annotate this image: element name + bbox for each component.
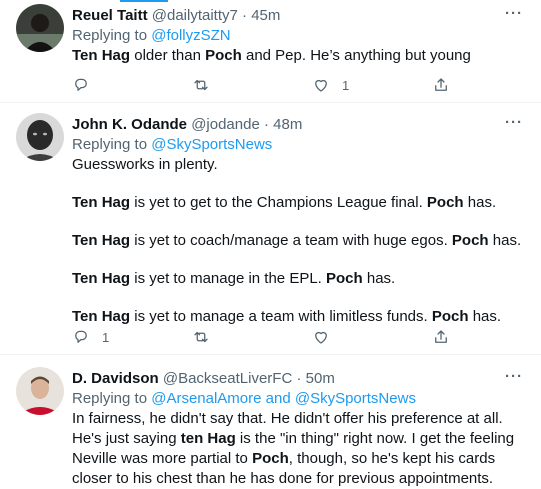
handle[interactable]: @jodande bbox=[191, 116, 260, 133]
display-name[interactable]: John K. Odande bbox=[72, 116, 187, 133]
more-icon[interactable]: ··· bbox=[505, 368, 523, 385]
retweet-icon bbox=[194, 79, 208, 91]
handle[interactable]: @dailytaitty7 bbox=[152, 7, 238, 24]
highlight-term: Ten Hag bbox=[72, 47, 131, 64]
replying-to: Replying to @ArsenalAmore and @SkySports… bbox=[72, 389, 416, 409]
reply-button[interactable]: 1 bbox=[72, 328, 109, 346]
reply-icon bbox=[75, 330, 87, 343]
avatar[interactable] bbox=[16, 4, 64, 52]
separator: · bbox=[242, 7, 248, 24]
timestamp[interactable]: 45m bbox=[251, 7, 280, 24]
like-button[interactable]: 1 bbox=[312, 76, 349, 94]
heart-icon bbox=[315, 79, 327, 92]
avatar[interactable] bbox=[16, 113, 64, 161]
share-button[interactable] bbox=[432, 328, 450, 346]
display-name[interactable]: D. Davidson bbox=[72, 370, 159, 387]
replying-prefix: Replying to bbox=[72, 27, 152, 44]
tweet-header: John K. Odande @jodande · 48m bbox=[72, 115, 302, 135]
highlight-term: Poch bbox=[252, 450, 289, 467]
tweet-header: Reuel Taitt @dailytaitty7 · 45m bbox=[72, 6, 280, 26]
tweet-text: Guessworks in plenty. Ten Hag is yet to … bbox=[72, 155, 524, 327]
more-icon[interactable]: ··· bbox=[505, 114, 523, 131]
like-count: 1 bbox=[342, 77, 350, 93]
replying-to-link[interactable]: @ArsenalAmore and @SkySportsNews bbox=[151, 390, 416, 407]
replying-prefix: Replying to bbox=[72, 136, 152, 153]
tweet-text: In fairness, he didn't say that. He didn… bbox=[72, 409, 524, 489]
share-button[interactable] bbox=[432, 76, 450, 94]
tweet-paragraph: Ten Hag is yet to get to the Champions L… bbox=[72, 194, 497, 211]
highlight-term: Poch bbox=[205, 47, 242, 64]
tweet-paragraph: Ten Hag is yet to coach/manage a team wi… bbox=[72, 232, 522, 249]
replying-to: Replying to @SkySportsNews bbox=[72, 135, 272, 155]
retweet-button[interactable] bbox=[192, 328, 222, 346]
separator: · bbox=[296, 370, 302, 387]
tweet-header: D. Davidson @BackseatLiverFC · 50m bbox=[72, 369, 335, 389]
avatar[interactable] bbox=[16, 367, 64, 415]
display-name[interactable]: Reuel Taitt bbox=[72, 7, 148, 24]
highlight-term: Ten Hag bbox=[72, 308, 131, 325]
retweet-button[interactable] bbox=[192, 76, 222, 94]
reply-button[interactable] bbox=[72, 76, 102, 94]
highlight-term: Ten Hag bbox=[72, 270, 131, 287]
highlight-term: Poch bbox=[326, 270, 363, 287]
more-icon[interactable]: ··· bbox=[505, 5, 523, 22]
tweet-paragraph: Ten Hag is yet to manage in the EPL. Poc… bbox=[72, 270, 396, 287]
tweet-paragraph: Guessworks in plenty. bbox=[72, 156, 218, 173]
replying-to: Replying to @follyzSZN bbox=[72, 26, 231, 46]
separator: · bbox=[263, 116, 269, 133]
tweet-text: Ten Hag older than Poch and Pep. He’s an… bbox=[72, 46, 524, 66]
timestamp[interactable]: 48m bbox=[273, 116, 302, 133]
replying-prefix: Replying to bbox=[72, 390, 152, 407]
tweet-2[interactable]: John K. Odande @jodande · 48m ··· Replyi… bbox=[0, 103, 541, 355]
highlight-term: Ten Hag bbox=[72, 194, 131, 211]
highlight-term: ten Hag bbox=[180, 430, 236, 447]
handle[interactable]: @BackseatLiverFC bbox=[163, 370, 292, 387]
timestamp[interactable]: 50m bbox=[306, 370, 335, 387]
highlight-term: Poch bbox=[426, 194, 464, 211]
tweet-actions: 1 bbox=[72, 76, 452, 96]
like-button[interactable] bbox=[312, 328, 342, 346]
tweet-paragraph: In fairness, he didn't say that. He didn… bbox=[72, 410, 515, 487]
replying-to-link[interactable]: @follyzSZN bbox=[151, 27, 230, 44]
highlight-term: Poch bbox=[451, 232, 489, 249]
reply-icon bbox=[75, 78, 87, 91]
replying-to-link[interactable]: @SkySportsNews bbox=[151, 136, 272, 153]
tweet-paragraph: Ten Hag older than Poch and Pep. He’s an… bbox=[72, 47, 471, 64]
reply-count: 1 bbox=[102, 329, 110, 345]
tweet-1[interactable]: Reuel Taitt @dailytaitty7 · 45m ··· Repl… bbox=[0, 0, 541, 103]
tweet-3[interactable]: D. Davidson @BackseatLiverFC · 50m ··· R… bbox=[0, 355, 541, 487]
tweet-actions: 1 bbox=[72, 328, 452, 348]
heart-icon bbox=[315, 331, 327, 344]
tweet-paragraph: Ten Hag is yet to manage a team with lim… bbox=[72, 308, 502, 325]
share-icon bbox=[435, 330, 447, 343]
share-icon bbox=[435, 78, 447, 91]
retweet-icon bbox=[194, 331, 208, 343]
highlight-term: Poch bbox=[431, 308, 469, 325]
highlight-term: Ten Hag bbox=[72, 232, 131, 249]
